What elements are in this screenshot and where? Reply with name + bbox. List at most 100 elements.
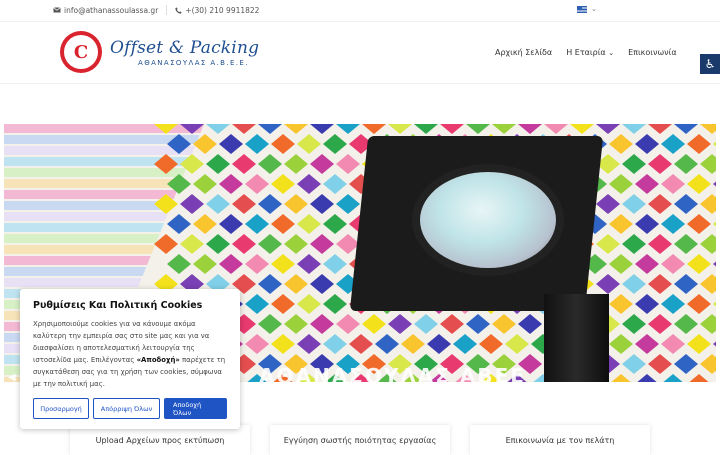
swatch-patch — [284, 234, 308, 254]
swatch-patch — [622, 124, 646, 134]
swatch-patch — [167, 254, 191, 274]
swatch-patch — [661, 334, 685, 354]
email-link[interactable]: info@athanassoulassa.gr — [53, 6, 158, 15]
cookie-body: Χρησιμοποιούμε cookies για να κάνουμε ακ… — [33, 318, 227, 390]
customize-button[interactable]: Προσαρμογή — [33, 398, 89, 419]
swatch-patch — [388, 314, 412, 334]
swatch-patch — [715, 381, 716, 382]
swatch-patch — [284, 314, 308, 334]
swatch-patch — [622, 274, 646, 294]
swatch-patch — [609, 214, 633, 234]
swatch-patch — [544, 124, 568, 134]
phone-icon — [175, 6, 182, 14]
slider-prev-icon[interactable]: ◀ — [8, 372, 16, 382]
swatch-patch — [466, 314, 490, 334]
swatch-strip — [4, 146, 196, 155]
phone-text: +(30) 210 9911822 — [185, 5, 260, 15]
nav-item-home[interactable]: Αρχική Σελίδα — [495, 48, 552, 57]
swatch-patch — [596, 194, 620, 214]
cookie-body-accept: «Αποδοχή» — [136, 356, 180, 364]
swatch-patch — [258, 314, 282, 334]
accessibility-button[interactable]: ♿ — [700, 54, 720, 74]
divider — [166, 5, 168, 15]
envelope-icon — [53, 7, 61, 13]
swatch-patch — [310, 274, 334, 294]
cookie-buttons: Προσαρμογή Απόρριψη Όλων Αποδοχή Όλων — [33, 398, 227, 419]
swatch-patch — [245, 214, 269, 234]
swatch-patch — [518, 314, 542, 334]
site-logo[interactable]: C Offset & Packing ΑΘΑΝΑΣΟΥΛΑΣ Α.Β.Ε.Ε. — [60, 31, 259, 73]
swatch-patch — [661, 254, 685, 274]
swatch-patch — [427, 334, 451, 354]
swatch-patch — [271, 254, 295, 274]
nav-item-contact[interactable]: Επικοινωνία — [628, 48, 677, 57]
swatch-patch — [245, 294, 269, 314]
swatch-strip — [4, 267, 147, 276]
swatch-patch — [687, 134, 711, 154]
swatch-patch — [323, 134, 347, 154]
swatch-patch — [349, 334, 373, 354]
site-header: C Offset & Packing ΑΘΑΝΑΣΟΥΛΑΣ Α.Β.Ε.Ε. … — [0, 22, 720, 84]
swatch-patch — [637, 374, 657, 382]
swatch-patch — [505, 334, 529, 354]
swatch-patch — [635, 134, 659, 154]
nav-item-company-label: Η Εταιρία — [566, 48, 606, 57]
swatch-patch — [414, 314, 438, 334]
swatch-patch — [336, 124, 360, 134]
swatch-patch — [661, 134, 685, 154]
swatch-patch — [284, 124, 308, 134]
swatch-patch — [206, 234, 230, 254]
swatch-patch — [336, 314, 360, 334]
swatch-patch — [700, 354, 716, 374]
swatch-patch — [193, 214, 217, 234]
swatch-patch — [609, 174, 633, 194]
swatch-patch — [297, 214, 321, 234]
swatch-patch — [700, 154, 716, 174]
feature-upload[interactable]: Upload Αρχείων προς εκτύπωση — [70, 425, 250, 455]
swatch-patch — [648, 234, 672, 254]
swatch-patch — [323, 214, 347, 234]
swatch-patch — [635, 174, 659, 194]
logo-emblem-icon: C — [60, 31, 102, 73]
swatch-strip — [4, 256, 151, 265]
swatch-patch — [271, 174, 295, 194]
swatch-patch — [271, 214, 295, 234]
swatch-patch — [336, 154, 360, 174]
swatch-patch — [492, 314, 516, 334]
swatch-patch — [310, 194, 334, 214]
swatch-patch — [622, 354, 646, 374]
email-text: info@athanassoulassa.gr — [64, 5, 159, 15]
logo-script: Offset & Packing — [110, 37, 260, 58]
swatch-patch — [310, 234, 334, 254]
swatch-patch — [310, 154, 334, 174]
swatch-patch — [648, 274, 672, 294]
language-switcher[interactable]: ⌄ — [577, 5, 597, 13]
swatch-patch — [193, 174, 217, 194]
feature-quality[interactable]: Εγγύηση σωστής ποιότητας εργασίας — [270, 425, 450, 455]
swatch-patch — [245, 174, 269, 194]
reject-all-button[interactable]: Απόρριψη Όλων — [93, 398, 160, 419]
swatch-patch — [687, 294, 711, 314]
swatch-strip — [4, 179, 182, 188]
accept-all-button[interactable]: Αποδοχή Όλων — [164, 398, 227, 419]
swatch-patch — [323, 334, 347, 354]
swatch-patch — [713, 141, 716, 147]
swatch-patch — [674, 124, 698, 134]
swatch-patch — [258, 274, 282, 294]
swatch-strip — [4, 201, 173, 210]
swatch-patch — [219, 214, 243, 234]
swatch-patch — [687, 254, 711, 274]
swatch-patch — [180, 194, 204, 214]
swatch-patch — [700, 124, 716, 134]
swatch-patch — [648, 354, 672, 374]
feature-contact[interactable]: Επικοινωνία με τον πελάτη — [470, 425, 650, 455]
nav-item-company[interactable]: Η Εταιρία ⌄ — [566, 48, 614, 57]
phone-link[interactable]: +(30) 210 9911822 — [175, 6, 259, 15]
swatch-patch — [700, 194, 716, 214]
swatch-patch — [245, 334, 269, 354]
swatch-patch — [635, 294, 659, 314]
swatch-patch — [674, 194, 698, 214]
swatch-patch — [661, 174, 685, 194]
swatch-patch — [648, 124, 672, 134]
chevron-down-icon: ⌄ — [591, 5, 597, 13]
